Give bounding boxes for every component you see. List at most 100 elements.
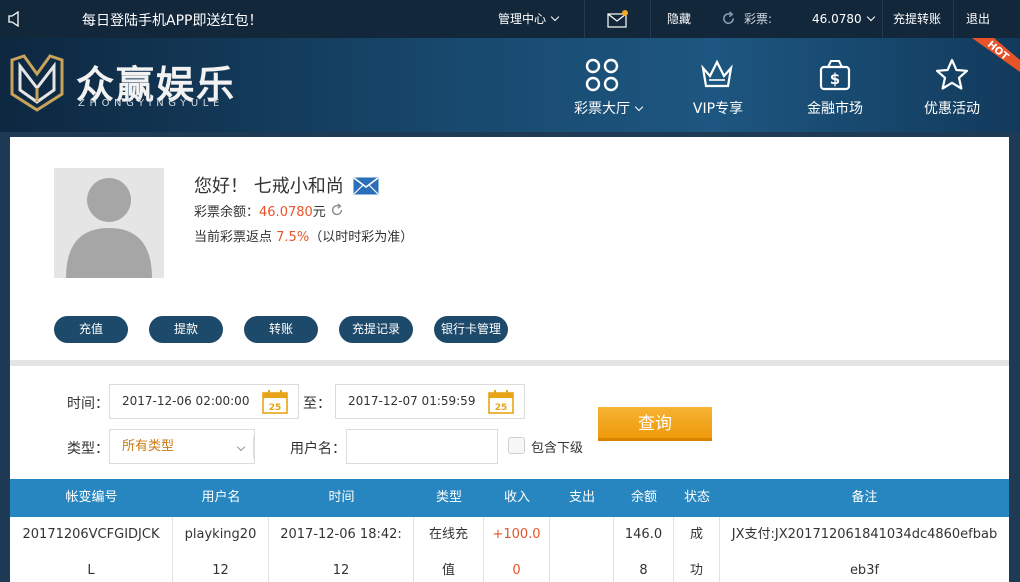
separator <box>882 0 883 38</box>
cell-line: 146.0 <box>624 527 663 542</box>
nav-lottery-hall-label: 彩票大厅 <box>574 101 630 117</box>
recharge-button[interactable]: 充值 <box>54 316 128 343</box>
separator <box>584 0 585 38</box>
nav-promotions-label: 优惠活动 <box>924 101 980 117</box>
type-select-value: 所有类型 <box>122 439 175 454</box>
cell-line: 12 <box>332 563 350 578</box>
chevron-down-icon <box>866 12 875 22</box>
cell-income: +100.0 0 <box>484 517 550 582</box>
balance-label: 彩票余额： <box>194 205 260 220</box>
start-time-input[interactable]: 2017-12-06 02:00:00 25 <box>109 384 299 419</box>
calendar-icon[interactable]: 25 <box>488 390 514 414</box>
bank-card-button[interactable]: 银行卡管理 <box>434 316 508 343</box>
separator <box>253 436 254 458</box>
cell-line: 在线充 <box>428 527 468 542</box>
cell-line: +100.0 <box>492 527 541 542</box>
nav-vip-label: VIP专享 <box>692 101 744 117</box>
calendar-icon[interactable]: 25 <box>262 390 288 414</box>
end-time-input[interactable]: 2017-12-07 01:59:59 25 <box>335 384 525 419</box>
column-header: 余额 <box>630 490 657 505</box>
message-icon[interactable] <box>607 10 629 28</box>
transfer-button[interactable]: 转账 <box>244 316 318 343</box>
cell-line: 成 <box>689 527 703 542</box>
cell-line: eb3f <box>849 563 880 578</box>
manage-center-menu[interactable]: 管理中心 <box>498 0 560 38</box>
cell-line: L <box>87 563 95 578</box>
crown-icon <box>701 59 733 88</box>
lottery-balance: 彩票余额：46.0780元 <box>194 201 344 220</box>
withdraw-button[interactable]: 提款 <box>149 316 223 343</box>
refresh-icon[interactable] <box>721 11 736 26</box>
nav-vip[interactable]: VIP专享 <box>668 98 768 118</box>
chevron-down-icon <box>236 442 246 452</box>
cell-status: 成功 <box>674 517 720 582</box>
mail-icon[interactable] <box>353 177 379 195</box>
nav-promotions[interactable]: 优惠活动 <box>902 98 1002 118</box>
top-bar: 每日登陆手机APP即送红包！ 管理中心 隐藏 彩票: 46.0780 充提转账 … <box>0 0 1020 38</box>
start-time-value: 2017-12-06 02:00:00 <box>122 394 250 408</box>
logout-link[interactable]: 退出 <box>966 0 990 38</box>
main-header: 众赢娱乐 ZHONGYINGYULE 彩票大厅 VIP专享 $ 金融市场 优惠活… <box>0 38 1020 132</box>
type-select[interactable]: 所有类型 <box>109 429 255 464</box>
recharge-transfer-link[interactable]: 充提转账 <box>893 0 941 38</box>
type-label: 类型： <box>67 441 109 457</box>
column-header: 时间 <box>328 490 355 505</box>
notice-text[interactable]: 每日登陆手机APP即送红包！ <box>82 10 262 30</box>
brand-logo[interactable] <box>10 54 64 112</box>
chevron-down-icon <box>550 12 560 22</box>
cell-line: 20171206VCFGIDJCK <box>22 527 160 542</box>
username-input[interactable] <box>346 429 498 464</box>
cell-line: 功 <box>689 563 703 578</box>
time-label: 时间： <box>67 396 109 412</box>
search-button[interactable]: 查询 <box>598 407 712 441</box>
rebate-note: （以时时彩为准） <box>309 230 414 245</box>
nav-finance[interactable]: 金融市场 <box>785 98 885 118</box>
manage-center-label: 管理中心 <box>498 12 547 26</box>
hide-balance-toggle[interactable]: 隐藏 <box>667 0 691 38</box>
end-time-value: 2017-12-07 01:59:59 <box>348 394 476 408</box>
section-divider <box>10 360 1009 366</box>
cell-line: 2017-12-06 18:42: <box>280 527 402 542</box>
cell-type: 在线充值 <box>414 517 484 582</box>
include-sub-checkbox[interactable] <box>508 437 525 454</box>
greeting-text: 您好！ 七戒小和尚 <box>194 176 344 197</box>
avatar <box>54 168 164 278</box>
balance-menu[interactable]: 46.0780 <box>812 0 875 38</box>
column-header: 用户名 <box>201 490 241 505</box>
star-icon <box>935 58 969 90</box>
cell-line: 12 <box>212 563 229 578</box>
table-row[interactable]: 20171206VCFGIDJCK L playking20 12 2017-12-… <box>10 517 1009 582</box>
rebate-label: 当前彩票返点 <box>194 230 273 245</box>
cell-user: playking20 12 <box>173 517 269 582</box>
rebate-value: 7.5% <box>276 230 310 245</box>
cell-line: 值 <box>441 563 455 578</box>
speaker-icon <box>8 11 19 27</box>
cell-line: JX支付:JX201712061841034dc4860efbab <box>731 527 998 542</box>
column-header: 帐变编号 <box>65 490 118 505</box>
cell-expense <box>550 517 614 582</box>
column-header: 支出 <box>568 490 595 505</box>
calendar-day: 25 <box>495 403 508 413</box>
cell-balance: 146.0 8 <box>614 517 674 582</box>
column-header: 状态 <box>683 490 710 505</box>
chevron-down-icon <box>634 102 644 112</box>
nav-finance-label: 金融市场 <box>807 101 863 117</box>
lottery-label: 彩票: <box>744 12 773 26</box>
money-bag-icon: $ <box>819 60 851 91</box>
cell-line: playking20 <box>184 527 257 542</box>
separator <box>650 0 651 38</box>
nav-lottery-hall[interactable]: 彩票大厅 <box>558 98 658 118</box>
cell-line: 8 <box>639 563 648 578</box>
include-sub-label: 包含下级 <box>531 441 584 456</box>
calendar-day: 25 <box>269 403 282 413</box>
recharge-records-button[interactable]: 充提记录 <box>339 316 413 343</box>
cell-time: 2017-12-06 18:42: 12 <box>269 517 414 582</box>
account-panel: 您好！ 七戒小和尚 彩票余额：46.0780元 当前彩票返点 7.5%（以时时彩… <box>10 137 1009 582</box>
table-header: 帐变编号 用户名 时间 类型 收入 支出 余额 状态 备注 <box>10 479 1009 517</box>
column-header: 类型 <box>435 490 462 505</box>
hot-badge: HOT <box>972 38 1020 72</box>
svg-text:$: $ <box>830 70 840 88</box>
refresh-icon[interactable] <box>330 203 344 217</box>
to-label: 至： <box>303 396 331 412</box>
balance-value: 46.0780 <box>259 205 313 220</box>
